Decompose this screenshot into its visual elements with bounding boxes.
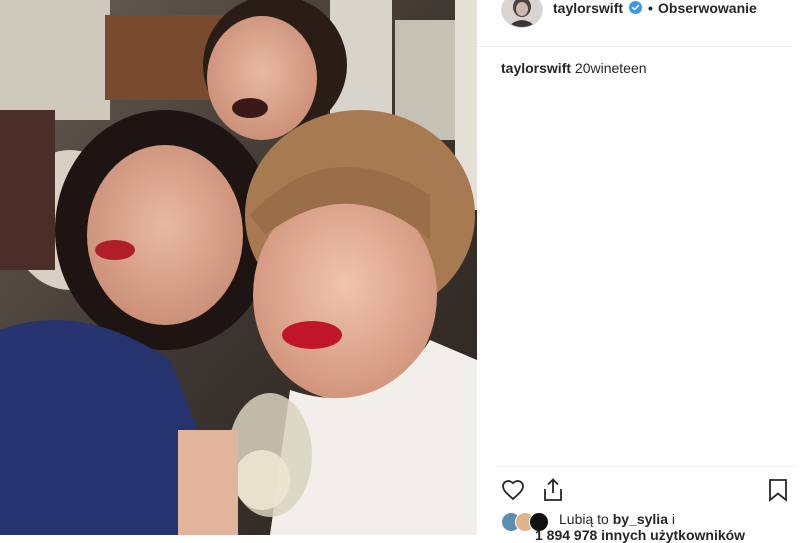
avatar-image	[502, 0, 542, 27]
post-photo[interactable]	[0, 0, 477, 535]
avatar[interactable]	[501, 0, 543, 28]
share-icon[interactable]	[541, 477, 565, 508]
likes-user[interactable]: by_sylia	[613, 511, 668, 527]
likes-prefix: Lubią to	[559, 511, 609, 527]
post-side-panel: taylorswift • Obserwowanie taylorswift 2…	[477, 0, 802, 543]
caption-text: 20wineteen	[574, 60, 647, 76]
follow-status-button[interactable]: Obserwowanie	[658, 0, 757, 16]
likes-suffix: i	[671, 511, 675, 527]
caption-username[interactable]: taylorswift	[501, 60, 571, 76]
header-separator: •	[648, 0, 653, 16]
likes-others-link[interactable]: 1 894 978 innych użytkowników	[535, 527, 745, 543]
bookmark-icon[interactable]	[768, 478, 788, 507]
header-username[interactable]: taylorswift	[553, 0, 623, 16]
heart-icon[interactable]	[501, 478, 525, 507]
post-header: taylorswift • Obserwowanie	[477, 0, 792, 47]
likes-text: Lubią to by_sylia i	[559, 511, 675, 527]
post-caption: taylorswift 20wineteen	[501, 60, 647, 76]
footer-divider	[497, 466, 797, 467]
verified-badge-icon	[629, 1, 642, 14]
photo-illustration	[0, 0, 477, 535]
